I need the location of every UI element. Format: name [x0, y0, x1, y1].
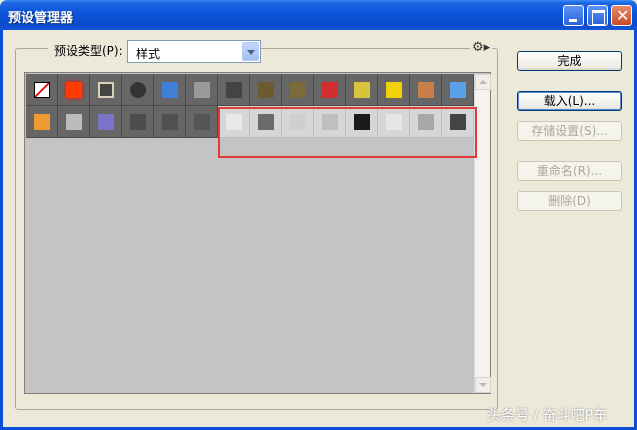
dark-square-2-style-icon [162, 114, 178, 130]
style-tile[interactable] [122, 106, 154, 138]
close-icon: ✕ [616, 6, 630, 25]
sky-style-icon [450, 82, 466, 98]
style-tile[interactable] [442, 74, 474, 106]
red-stripes-style-icon [322, 82, 338, 98]
preset-type-label: 预设类型(P): [48, 42, 129, 59]
preset-row-1 [26, 74, 474, 106]
style-tile[interactable] [90, 106, 122, 138]
style-tile[interactable] [90, 74, 122, 106]
chevron-down-icon[interactable] [242, 42, 259, 61]
gray-style-icon [194, 82, 210, 98]
rename-button[interactable]: 重命名(R)... [517, 161, 622, 181]
style-tile[interactable] [186, 74, 218, 106]
done-button[interactable]: 完成 [517, 51, 622, 71]
style-tile[interactable] [282, 74, 314, 106]
landscape-style-icon [34, 114, 50, 130]
outline-style-icon [98, 82, 114, 98]
minimize-button[interactable] [563, 5, 584, 26]
yellow-style-icon [386, 82, 402, 98]
style-tile[interactable] [154, 74, 186, 106]
window-frame-left [0, 30, 3, 430]
style-tile[interactable] [122, 74, 154, 106]
delete-button[interactable]: 删除(D) [517, 191, 622, 211]
style-tile[interactable] [346, 74, 378, 106]
none-style-icon [34, 82, 50, 98]
rainbow-style-icon [354, 82, 370, 98]
style-tile[interactable] [314, 74, 346, 106]
orange-style-icon [418, 82, 434, 98]
bronze-style-icon [290, 82, 306, 98]
brown-style-icon [258, 82, 274, 98]
close-button[interactable]: ✕ [611, 5, 632, 26]
blue-glass-style-icon [162, 82, 178, 98]
dark-circle-style-icon [130, 82, 146, 98]
style-tile[interactable] [154, 106, 186, 138]
style-tile[interactable] [58, 106, 90, 138]
maximize-button[interactable] [587, 5, 608, 26]
red-glow-style-icon [66, 82, 82, 98]
window-title: 预设管理器 [8, 11, 74, 26]
highlight-box [218, 107, 477, 158]
dark-square-style-icon [130, 114, 146, 130]
dark-bevel-style-icon [226, 82, 242, 98]
style-tile[interactable] [26, 74, 58, 106]
noise-style-icon [66, 114, 82, 130]
style-tile[interactable] [58, 74, 90, 106]
preset-type-value: 样式 [136, 47, 161, 61]
load-button[interactable]: 载入(L)... [517, 91, 622, 111]
style-tile[interactable] [26, 106, 58, 138]
style-tile[interactable] [186, 106, 218, 138]
style-tile[interactable] [410, 74, 442, 106]
style-tile[interactable] [378, 74, 410, 106]
purple-style-icon [98, 114, 114, 130]
gear-icon[interactable]: ⚙▸ [470, 40, 493, 55]
dark-square-3-style-icon [194, 114, 210, 130]
save-settings-button[interactable]: 存储设置(S)... [517, 121, 622, 141]
style-tile[interactable] [218, 74, 250, 106]
scroll-up-button[interactable] [475, 74, 491, 90]
preset-type-select[interactable]: 样式 [127, 40, 261, 63]
scroll-down-button[interactable] [475, 377, 491, 393]
watermark: 头条号 / 奋斗吧P车 [487, 408, 608, 424]
style-tile[interactable] [250, 74, 282, 106]
title-bar: 预设管理器 ✕ [0, 0, 637, 30]
